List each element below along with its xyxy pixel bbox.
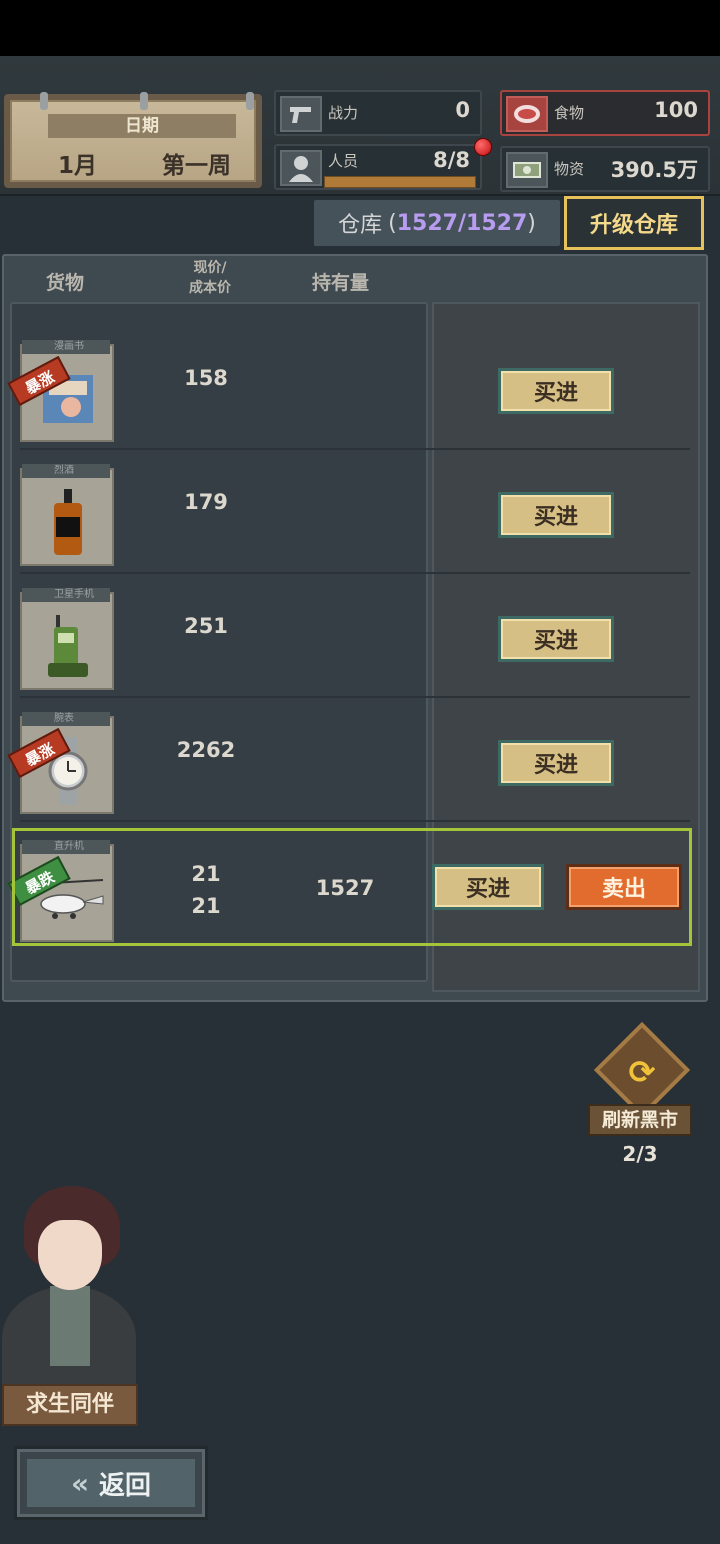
buy-button[interactable]: 买进 xyxy=(498,368,614,414)
pin-icon xyxy=(140,92,148,110)
food-stat[interactable]: 食物 100 xyxy=(500,90,710,136)
item-thumbnail[interactable]: 烈酒 xyxy=(20,464,114,566)
power-stat[interactable]: 战力 0 xyxy=(274,90,482,136)
companion-button[interactable]: 求生同伴 xyxy=(2,1384,138,1426)
warehouse-paren-open: ( xyxy=(388,210,397,236)
column-header-price: 现价/ 成本价 xyxy=(180,258,240,298)
companion-shirt xyxy=(50,1286,90,1366)
companion-portrait[interactable] xyxy=(0,1180,140,1390)
notification-dot-icon xyxy=(474,138,492,156)
buy-button[interactable]: 买进 xyxy=(498,740,614,786)
supplies-label: 物资 xyxy=(554,160,585,178)
people-label: 人员 xyxy=(328,152,359,170)
food-value: 100 xyxy=(654,98,698,122)
goods-row: 卫星手机 251 买进 xyxy=(10,574,700,698)
meat-icon xyxy=(506,96,548,132)
pistol-icon xyxy=(280,96,322,132)
people-progress-bar xyxy=(324,176,476,188)
item-name-tag: 烈酒 xyxy=(22,464,110,478)
warehouse-label: 仓库 xyxy=(338,213,383,238)
whiskey-bottle-icon xyxy=(40,489,96,556)
date-card: 日期 1月 第一周 xyxy=(4,92,262,188)
person-icon xyxy=(280,150,322,186)
cash-icon xyxy=(506,152,548,188)
column-header-holding: 持有量 xyxy=(312,272,370,294)
selection-frame xyxy=(12,828,692,946)
warehouse-capacity: 仓库 ( 1527/1527 ) xyxy=(314,200,560,246)
back-button[interactable]: « 返回 xyxy=(14,1446,208,1520)
pin-icon xyxy=(40,92,48,110)
item-name-tag: 腕表 xyxy=(22,712,110,726)
refresh-icon: ⟳ xyxy=(628,1053,656,1091)
item-name-tag: 卫星手机 xyxy=(22,588,110,602)
companion-face xyxy=(38,1220,102,1290)
supplies-value: 390.5万 xyxy=(610,158,698,182)
column-header-price-line1: 现价/ xyxy=(193,260,227,276)
goods-row: 漫画书 暴涨 158 买进 xyxy=(7,326,700,450)
status-bar xyxy=(0,0,720,56)
date-month: 1月 xyxy=(58,153,98,179)
date-label: 日期 xyxy=(48,114,236,138)
satellite-phone-icon xyxy=(40,614,96,680)
refresh-market-label[interactable]: 刷新黑市 xyxy=(588,1104,692,1136)
item-price: 158 xyxy=(184,366,228,390)
column-header-goods: 货物 xyxy=(46,272,85,294)
row-divider xyxy=(20,820,690,822)
buy-button[interactable]: 买进 xyxy=(498,616,614,662)
item-name-tag: 漫画书 xyxy=(22,340,110,354)
goods-row: 烈酒 179 买进 xyxy=(10,450,700,574)
warehouse-paren-close: ) xyxy=(527,210,536,236)
warehouse-capacity-value: 1527/1527 xyxy=(396,210,528,236)
goods-row: 腕表 暴涨 2262 买进 xyxy=(7,698,700,822)
item-thumbnail[interactable]: 卫星手机 xyxy=(20,588,114,690)
date-week: 第一周 xyxy=(162,153,231,179)
power-label: 战力 xyxy=(328,104,359,122)
upgrade-warehouse-button[interactable]: 升级仓库 xyxy=(564,196,704,250)
item-price: 2262 xyxy=(176,738,236,762)
goods-row-selected[interactable]: 直升机 暴跌 21 21 1527 买进 卖出 xyxy=(7,826,700,950)
refresh-count: 2/3 xyxy=(622,1142,658,1166)
buy-button[interactable]: 买进 xyxy=(498,492,614,538)
pin-icon xyxy=(246,92,254,110)
supplies-stat[interactable]: 物资 390.5万 xyxy=(500,146,710,192)
item-price: 251 xyxy=(184,614,228,638)
back-arrow-icon: « xyxy=(70,1466,90,1500)
back-button-label: 返回 xyxy=(99,1470,152,1501)
food-label: 食物 xyxy=(554,104,585,122)
power-value: 0 xyxy=(455,98,470,122)
people-value: 8/8 xyxy=(433,148,470,172)
item-price: 179 xyxy=(184,490,228,514)
column-header-price-line2: 成本价 xyxy=(189,280,231,296)
